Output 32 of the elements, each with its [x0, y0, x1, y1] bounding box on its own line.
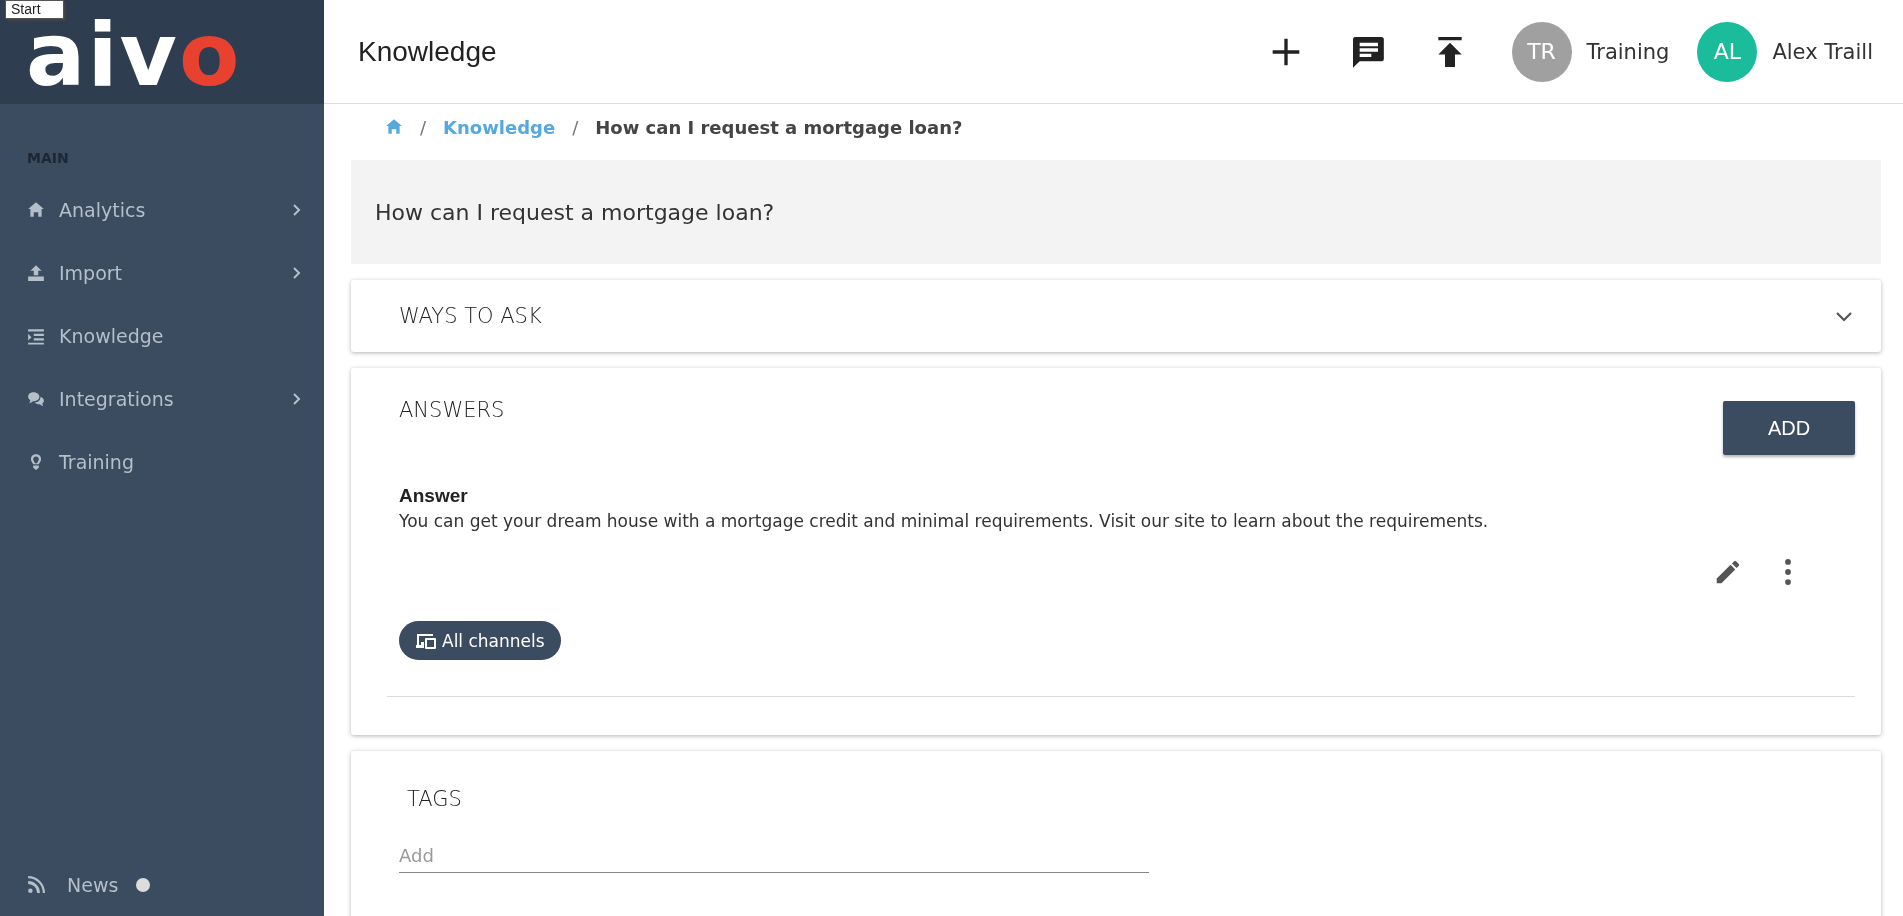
ways-to-ask-panel[interactable]: WAYS TO ASK	[351, 280, 1881, 352]
answer-text: You can get your dream house with a mortgage credit and minimal requirements. Visit our site to learn about the requirements.	[399, 511, 1490, 531]
breadcrumb-separator: /	[572, 116, 579, 138]
breadcrumb-link[interactable]: Knowledge	[443, 116, 556, 138]
avatar[interactable]: AL	[1697, 21, 1758, 82]
sidebar-item[interactable]: Import	[0, 241, 324, 304]
sidebar-item[interactable]: Training	[0, 430, 324, 493]
devices-icon	[415, 631, 437, 650]
avatar[interactable]: TR	[1511, 21, 1572, 82]
section-title: TAGS	[407, 787, 462, 811]
breadcrumb-separator: /	[420, 116, 427, 138]
section-title: ANSWERS	[399, 398, 505, 422]
more-icon	[1785, 559, 1791, 585]
home-icon[interactable]	[385, 118, 403, 136]
chat-icon	[27, 389, 45, 408]
question-title: How can I request a mortgage loan?	[351, 160, 1881, 264]
user-name[interactable]: Training	[1586, 39, 1670, 64]
upload-icon	[27, 263, 45, 282]
tooltip: Start	[5, 0, 64, 19]
page-title: Knowledge	[358, 35, 498, 68]
list-icon	[27, 326, 45, 345]
house-icon	[27, 200, 45, 219]
sidebar-item[interactable]: Integrations	[0, 367, 324, 430]
sidebar-item[interactable]: Knowledge	[0, 304, 324, 367]
answer-heading: Answer	[399, 485, 469, 507]
add-button[interactable]: ADD	[1723, 401, 1855, 455]
breadcrumb-current: How can I request a mortgage loan?	[595, 116, 963, 138]
rss-icon	[27, 876, 45, 894]
channel-chip[interactable]: All channels	[399, 621, 561, 660]
sidebar-item[interactable]: Analytics	[0, 178, 324, 241]
user-name[interactable]: Alex Traill	[1772, 39, 1873, 64]
sidebar-item[interactable]: News	[67, 874, 119, 896]
